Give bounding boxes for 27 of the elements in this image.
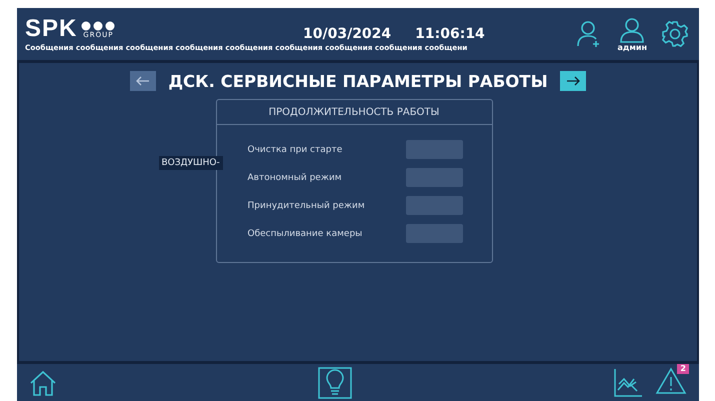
input-field[interactable]: [406, 140, 462, 159]
right-arrow-icon: [566, 76, 580, 86]
page-title: ДСК. СЕРВИСНЫЕ ПАРАМЕТРЫ РАБОТЫ: [168, 72, 548, 90]
parameter-label: Очистка при старте: [248, 144, 342, 154]
previous-page-button[interactable]: [130, 71, 156, 91]
input-field[interactable]: [406, 168, 462, 187]
parameter-label: Обеспыливание камеры: [248, 228, 362, 238]
left-arrow-icon: [136, 76, 150, 86]
logo-dots-icon: [81, 20, 116, 30]
home-icon[interactable]: [29, 368, 57, 396]
chart-icon[interactable]: [613, 368, 643, 398]
next-page-button[interactable]: [560, 71, 586, 91]
input-field[interactable]: [406, 224, 462, 243]
user-icon[interactable]: [619, 16, 646, 42]
user-name: админ: [617, 42, 647, 52]
parameter-label: Принудительный режим: [248, 200, 365, 210]
date-text: 10/03/2024: [303, 26, 392, 42]
input-field[interactable]: [406, 196, 462, 215]
logo-text: SPK: [25, 16, 78, 40]
warning-icon[interactable]: [655, 366, 687, 394]
card-title: ПРОДОЛЖИТЕЛЬНОСТЬ РАБОТЫ: [216, 100, 492, 125]
alarm-count-badge: 2: [677, 364, 689, 374]
parameter-label: Автономный режим: [248, 172, 342, 182]
settings-icon[interactable]: [661, 20, 689, 48]
lightbulb-icon[interactable]: [318, 366, 352, 398]
section-label: ВОЗДУШНО-: [158, 156, 223, 170]
time-text: 11:06:14: [415, 26, 485, 42]
